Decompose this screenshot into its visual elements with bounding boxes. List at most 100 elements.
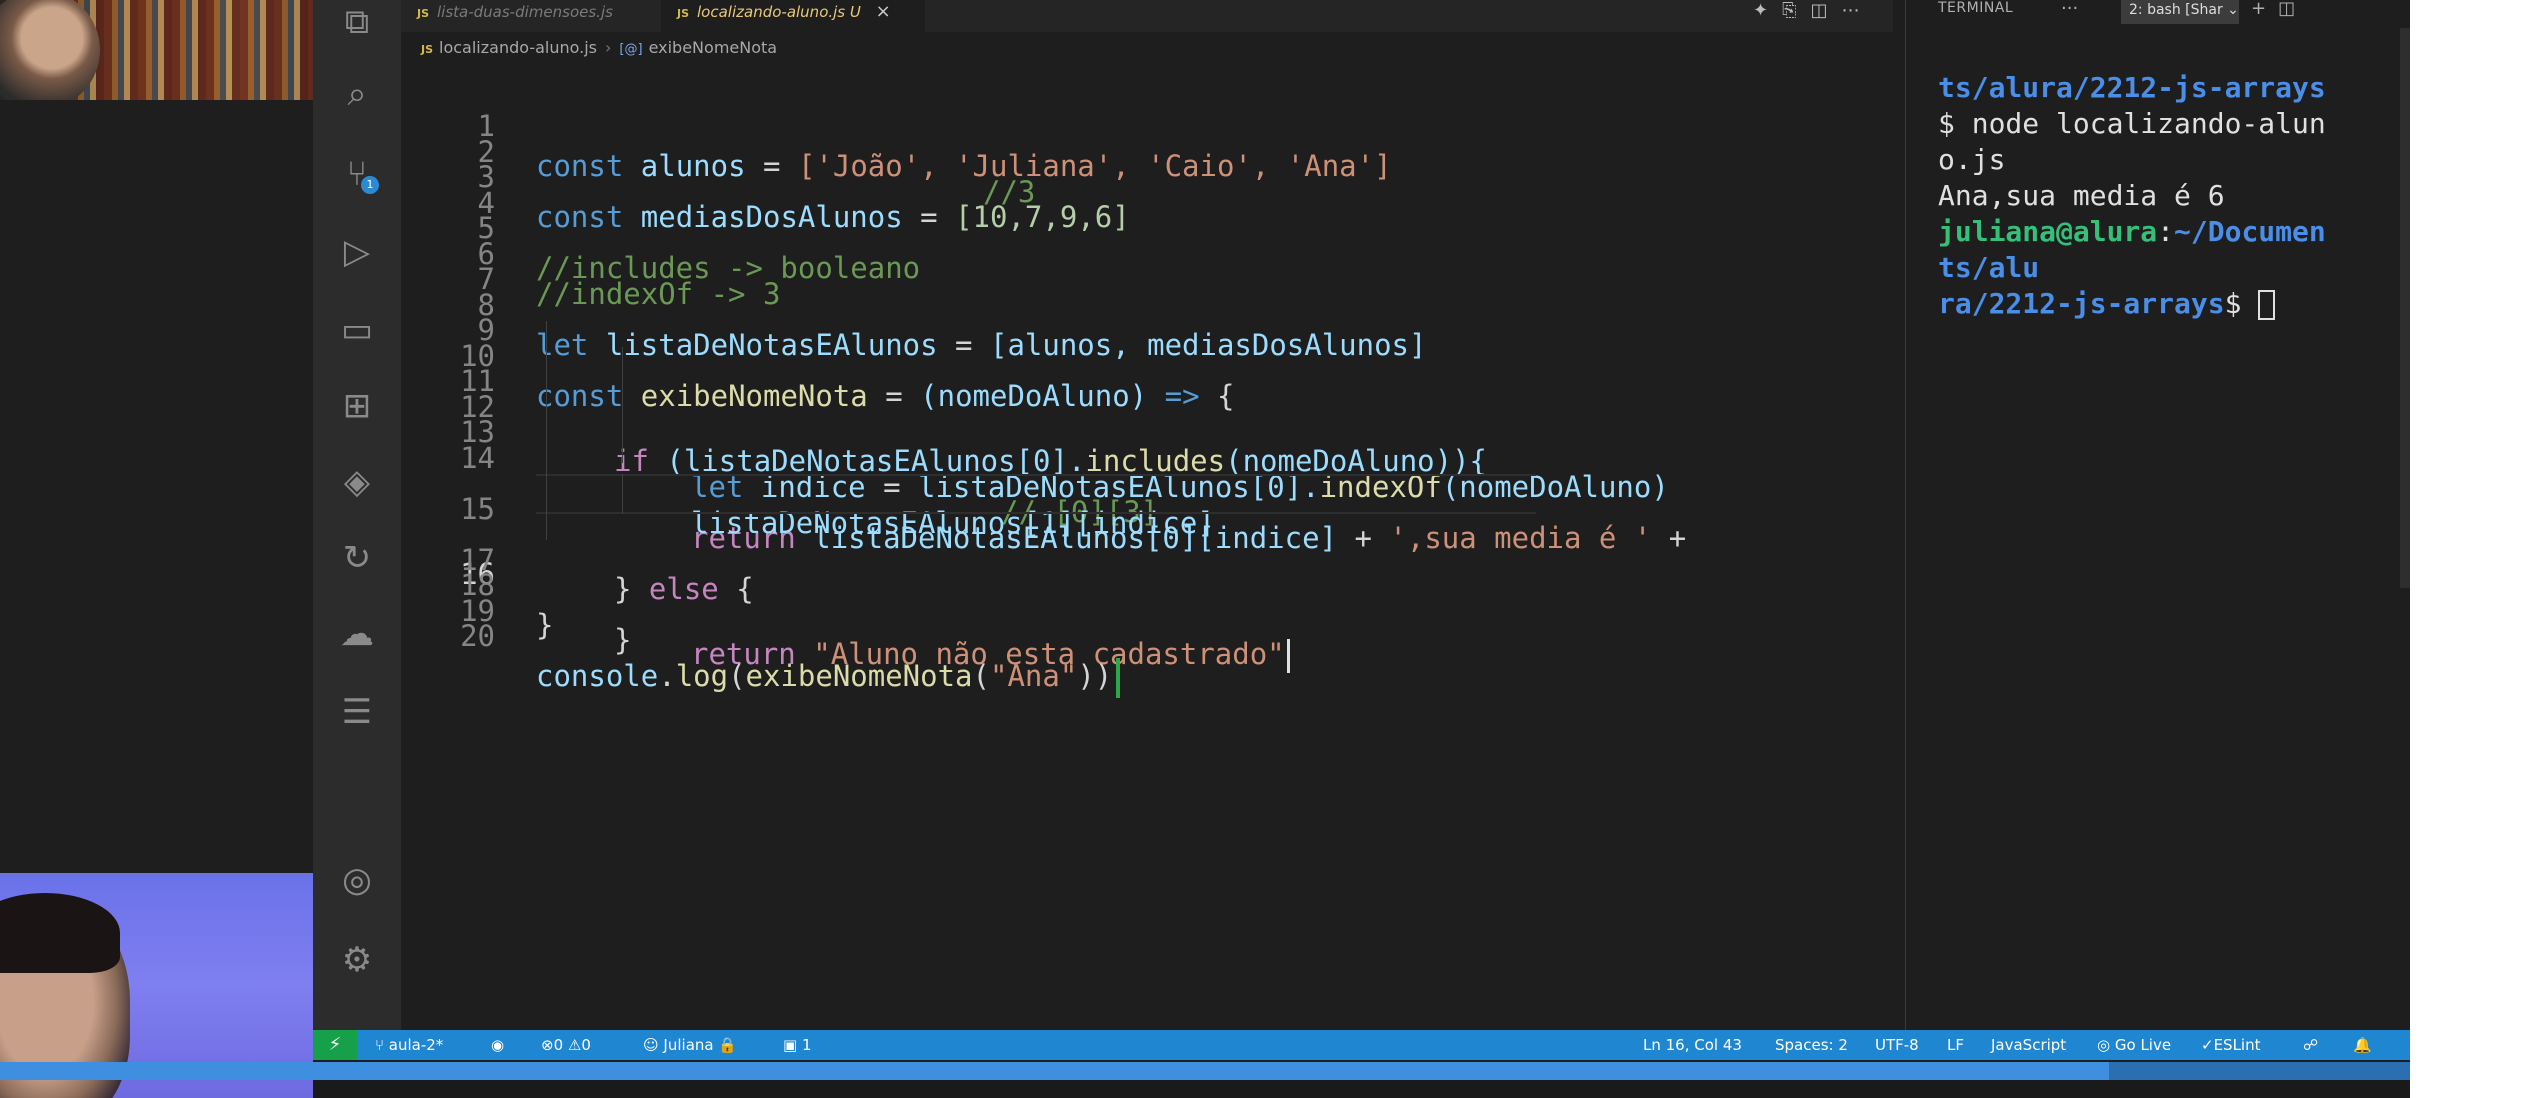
run-debug-icon[interactable]: ▷ — [335, 230, 379, 274]
account-icon[interactable]: ◎ — [335, 858, 379, 902]
indentation[interactable]: Spaces: 2 — [1775, 1030, 1848, 1060]
broadcast-icon: ◎ — [2097, 1036, 2111, 1054]
video-progress-bar[interactable] — [0, 1062, 2410, 1080]
add-terminal-icon[interactable]: + — [2251, 0, 2278, 19]
live-share-user[interactable]: ☺ Juliana 🔒 — [643, 1030, 737, 1060]
terminal-shell-select[interactable]: 2: bash [Shar ⌄ — [2121, 0, 2239, 24]
stack-icon[interactable]: ◈ — [335, 460, 379, 504]
extensions-icon[interactable]: ⊞ — [335, 384, 379, 428]
more-icon[interactable]: ··· — [2061, 0, 2078, 19]
tab-lista-duas-dimensoes[interactable]: JS lista-duas-dimensoes.js — [401, 0, 661, 32]
explorer-icon[interactable]: ⧉ — [335, 0, 379, 44]
warning-icon: ⚠ — [567, 1036, 582, 1054]
error-icon: ⊗ — [541, 1036, 554, 1054]
code-line: 20 console.log(exibeNomeNota("Ana")) — [401, 576, 1801, 698]
symbol-icon: [@] — [619, 42, 643, 57]
js-file-icon: JS — [677, 7, 690, 20]
cursor-position[interactable]: Ln 16, Col 43 — [1643, 1030, 1742, 1060]
branch-label: aula-2* — [388, 1036, 444, 1054]
remote-indicator-icon[interactable]: ⚡ — [313, 1030, 357, 1060]
docker-icon[interactable]: ☁ — [335, 612, 379, 656]
prompt-path: ~/Documen — [2174, 215, 2326, 248]
source-control-badge: 1 — [361, 176, 379, 194]
terminal-output-line: Ana,sua media é 6 — [1938, 179, 2225, 212]
code-editor[interactable]: 1 const alunos = ['João', 'Juliana', 'Ca… — [401, 66, 1901, 1030]
pin-icon[interactable]: ✦ — [1753, 0, 1782, 21]
js-file-icon: JS — [417, 7, 430, 20]
source-control-icon[interactable]: ⑂ 1 — [335, 152, 379, 196]
webcam-area — [0, 0, 313, 1098]
breadcrumb: JS localizando-aluno.js › [@] exibeNomeNota — [421, 38, 777, 62]
tab-label: lista-duas-dimensoes.js — [437, 3, 613, 21]
settings-gear-icon[interactable]: ⚙ — [335, 938, 379, 982]
feedback-icon[interactable]: ☍ — [2303, 1030, 2318, 1060]
end-of-line[interactable]: LF — [1947, 1030, 1964, 1060]
user-icon: ☺ — [643, 1036, 659, 1054]
video-progress-fill — [0, 1062, 2109, 1080]
activity-bar: ⧉ ⌕ ⑂ 1 ▷ ▭ ⊞ ◈ ↻ ☁ ☰ ◎ ⚙ — [313, 0, 401, 1030]
error-count: 0 — [553, 1036, 564, 1054]
notifications-bell-icon[interactable]: 🔔 — [2353, 1030, 2372, 1060]
text-cursor — [1286, 639, 1290, 673]
database-icon[interactable]: ☰ — [335, 690, 379, 734]
tab-localizando-aluno[interactable]: JS localizando-aluno.js U × — [661, 0, 925, 32]
live-share-user-label: Juliana — [663, 1036, 714, 1054]
shell-select-value: 2: bash [Shar — [2129, 2, 2223, 18]
live-share-icon[interactable]: ↻ — [335, 536, 379, 580]
ports-count: 1 — [801, 1036, 812, 1054]
terminal-cursor — [2258, 290, 2276, 320]
terminal-prompt-line: ra/2212-js-arrays$ — [1938, 286, 2276, 322]
breadcrumb-symbol[interactable]: exibeNomeNota — [649, 38, 778, 57]
code-text: console.log(exibeNomeNota("Ana")) — [536, 656, 1121, 698]
editor-actions: ✦⎘◫⋯ — [1753, 0, 1893, 24]
warning-count: 0 — [581, 1036, 591, 1054]
chevron-down-icon: ⌄ — [2227, 2, 2239, 18]
git-branch[interactable]: ⑂ aula-2* — [375, 1030, 443, 1060]
remote-explorer-icon[interactable]: ▭ — [335, 308, 379, 352]
close-icon[interactable]: × — [876, 1, 891, 22]
terminal-line: ts/alura/2212-js-arrays — [1938, 71, 2326, 104]
instructor-hair — [0, 893, 120, 973]
branch-icon: ⑂ — [375, 1036, 385, 1054]
webcam-top-feed — [0, 0, 313, 100]
more-actions-icon[interactable]: ⋯ — [1842, 0, 1874, 21]
sync-icon[interactable]: ◉ — [491, 1030, 504, 1060]
git-change-marker — [1116, 658, 1121, 698]
terminal-title[interactable]: TERMINAL — [1938, 0, 2013, 16]
terminal-line: o.js — [1938, 143, 2006, 176]
compare-icon[interactable]: ⎘ — [1782, 0, 1810, 21]
breadcrumb-file[interactable]: localizando-aluno.js — [439, 38, 597, 57]
language-mode[interactable]: JavaScript — [1991, 1030, 2066, 1060]
editor-tabs: JS lista-duas-dimensoes.js JS localizando-… — [401, 0, 1893, 32]
lock-icon: 🔒 — [718, 1036, 738, 1054]
eslint-status[interactable]: ✓ESLint — [2201, 1030, 2261, 1060]
eslint-label: ESLint — [2213, 1036, 2261, 1054]
go-live-button[interactable]: ◎ Go Live — [2097, 1030, 2171, 1060]
bookshelf-background — [70, 0, 313, 100]
line-number: 20 — [460, 619, 495, 653]
vscode-window: ⧉ ⌕ ⑂ 1 ▷ ▭ ⊞ ◈ ↻ ☁ ☰ ◎ ⚙ JS lista-duas-di… — [313, 0, 2410, 1064]
search-icon[interactable]: ⌕ — [335, 72, 379, 116]
split-terminal-icon[interactable]: ◫ — [2278, 0, 2307, 19]
prompt-path: ra/2212-js-arrays — [1938, 287, 2225, 320]
js-file-icon: JS — [421, 43, 434, 56]
chevron-right-icon: › — [605, 38, 612, 57]
tab-modified-indicator: U — [849, 3, 861, 21]
status-bar: ⚡ ⑂ aula-2* ◉ ⊗0 ⚠0 ☺ Juliana 🔒 ▣ 1 Ln 1… — [313, 1030, 2410, 1060]
check-icon: ✓ — [2201, 1036, 2214, 1054]
terminal-panel[interactable]: TERMINAL ··· 2: bash [Shar ⌄ +◫ ts/alura… — [1905, 0, 2410, 1030]
go-live-label: Go Live — [2114, 1036, 2172, 1054]
instructor-image — [0, 0, 100, 100]
tab-label: localizando-aluno.js — [697, 3, 846, 21]
split-editor-icon[interactable]: ◫ — [1811, 0, 1842, 21]
code-text: } — [614, 623, 632, 657]
encoding[interactable]: UTF-8 — [1875, 1030, 1919, 1060]
problems-indicator[interactable]: ⊗0 ⚠0 — [541, 1030, 591, 1060]
port-icon: ▣ — [783, 1036, 798, 1054]
prompt-user: juliana@alura — [1938, 215, 2158, 248]
ports-indicator[interactable]: ▣ 1 — [783, 1030, 812, 1060]
prompt-symbol: $ — [2224, 287, 2259, 320]
terminal-scrollbar[interactable] — [2400, 28, 2410, 588]
terminal-header: TERMINAL ··· 2: bash [Shar ⌄ +◫ — [1906, 0, 2411, 28]
video-bottom-edge — [313, 1080, 2410, 1098]
